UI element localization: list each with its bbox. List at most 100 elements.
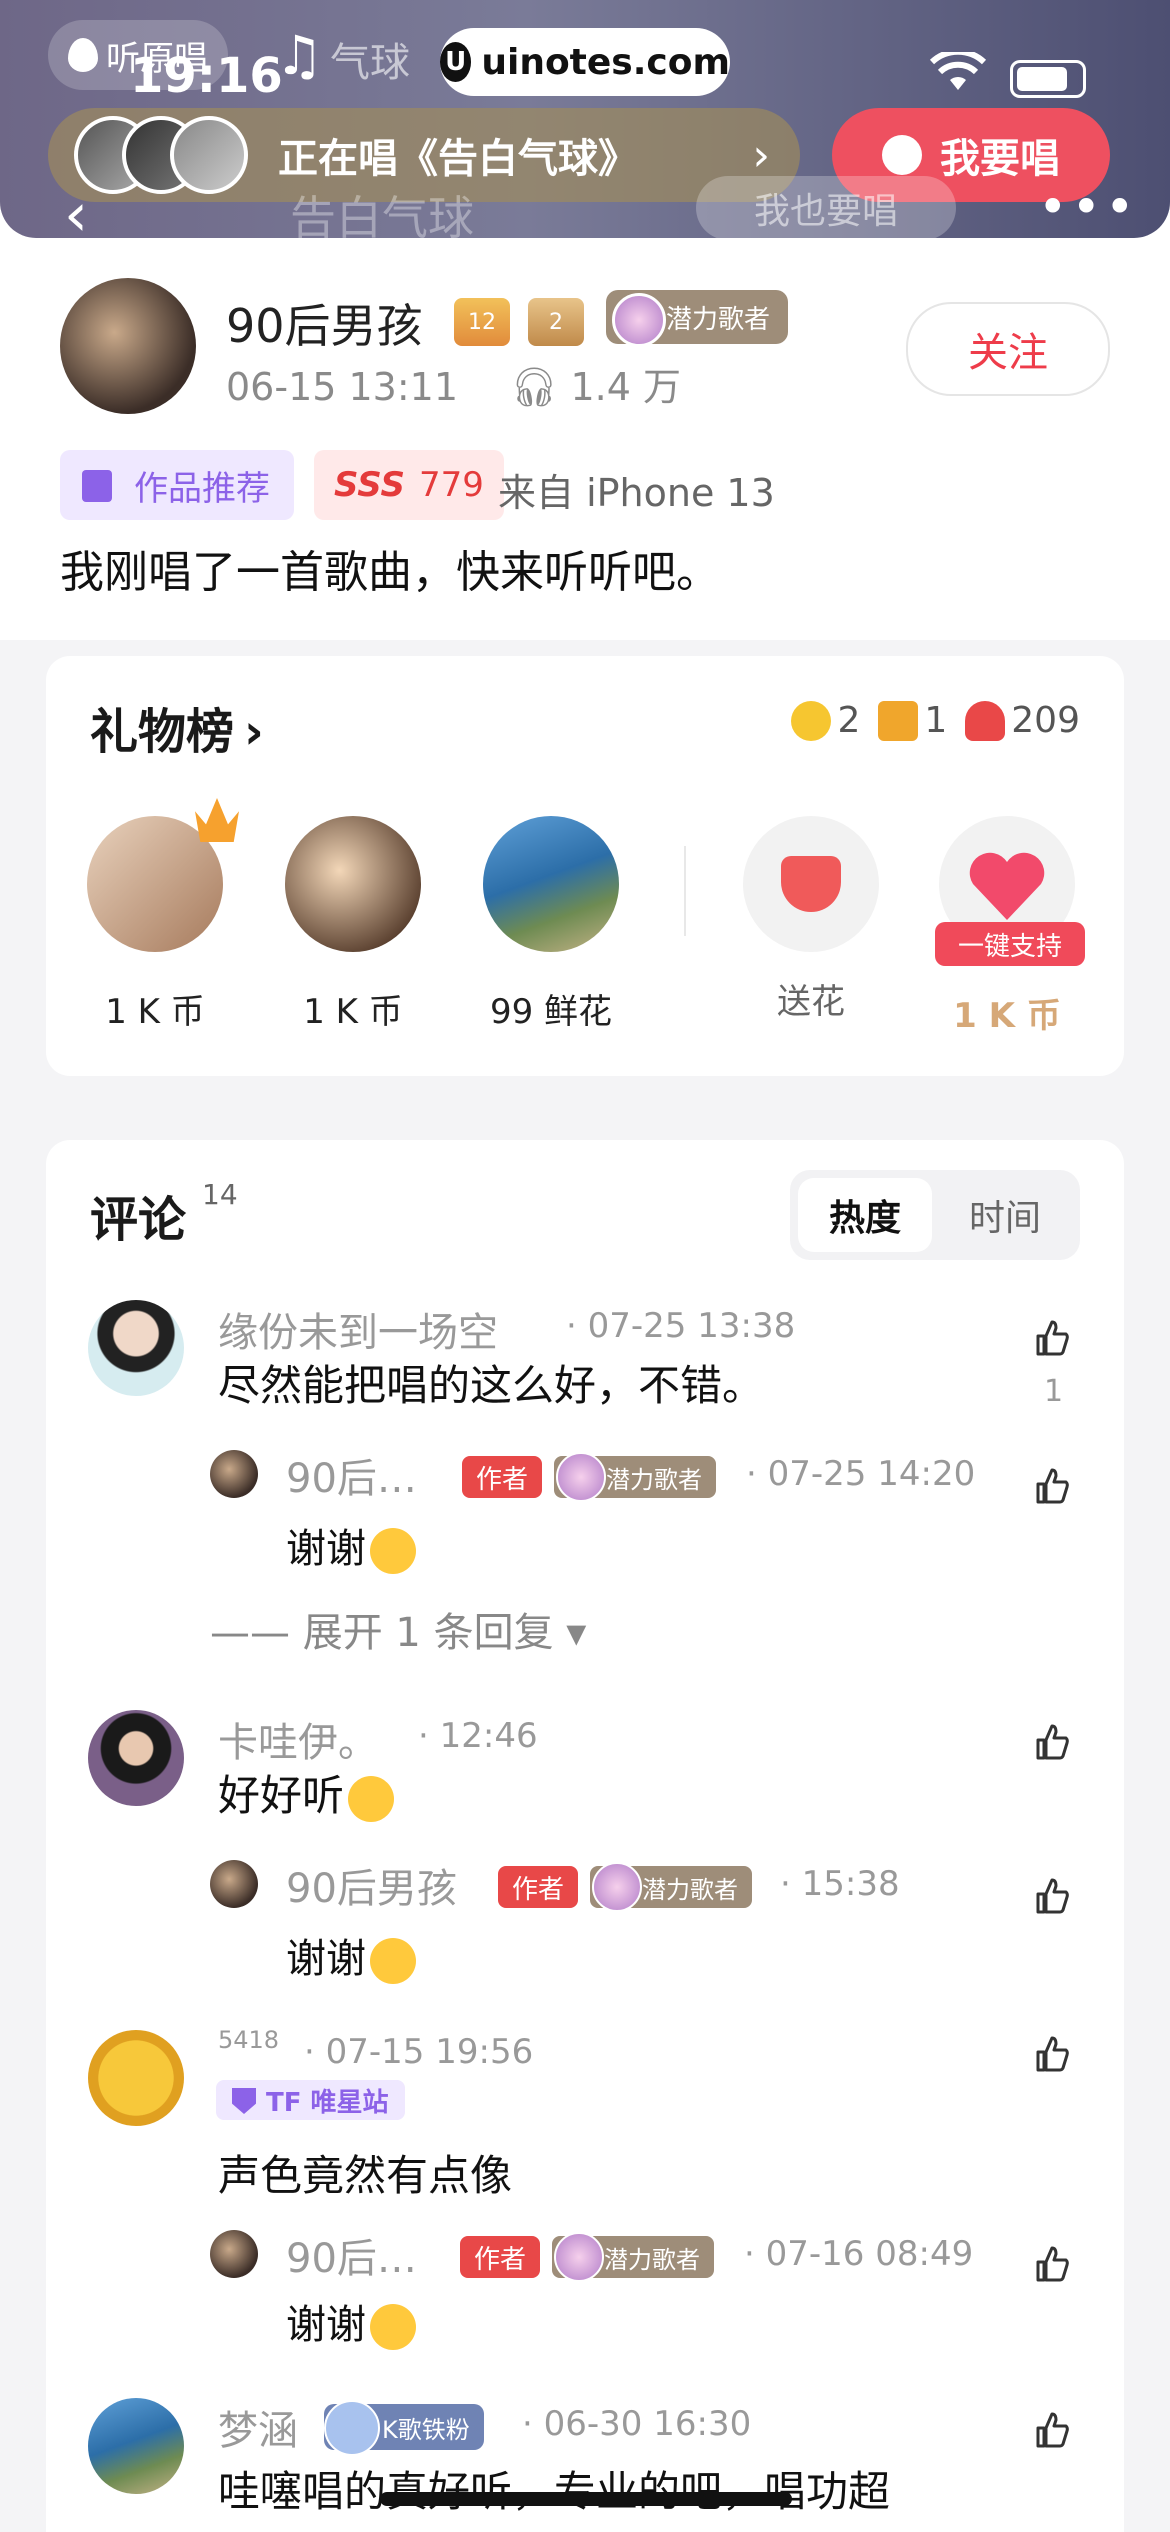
- potential-label: 潜力歌者: [604, 2245, 700, 2274]
- author-avatar[interactable]: [60, 278, 196, 414]
- watermark-logo-icon: U: [440, 42, 472, 82]
- post-section: 90后男孩 12 2 潜力歌者 06-15 13:11 🎧︎ 1.4 万 关注 …: [0, 210, 1170, 640]
- like-count: 1: [1044, 1374, 1064, 1409]
- post-date: 06-15 13:11: [226, 365, 459, 409]
- thumbs-up-icon[interactable]: [1032, 2034, 1072, 2074]
- reply-text: 谢谢: [286, 1926, 416, 1984]
- fan-level-label: K歌铁粉: [382, 2415, 470, 2444]
- sing-button-label: 我要唱: [940, 136, 1060, 182]
- comment-text: 声色竟然有点像: [218, 2151, 513, 2200]
- comment-text-content: 好好听: [218, 1771, 345, 1820]
- gift-giver-2[interactable]: 1 K 币: [268, 816, 438, 1033]
- headphones-icon: 🎧︎: [510, 365, 559, 409]
- commenter-name[interactable]: 梦涵: [218, 2398, 298, 2456]
- reply-author[interactable]: 90后…: [286, 1446, 417, 1504]
- gift-giver-1[interactable]: 1 K 币: [70, 798, 240, 1033]
- author-tag: 作者: [460, 2236, 540, 2278]
- coin-icon: [791, 700, 832, 741]
- wifi-icon: [930, 52, 986, 90]
- commenter-name[interactable]: 5418: [218, 2026, 279, 2054]
- more-icon[interactable]: •••: [1038, 178, 1138, 236]
- support-amount: 1 K 币: [953, 996, 1061, 1036]
- reply-author[interactable]: 90后男孩: [286, 1856, 457, 1914]
- avatar[interactable]: [88, 1300, 184, 1396]
- globe-icon: [554, 2232, 604, 2282]
- status-time: 19:16: [130, 48, 283, 104]
- house-level-value: 2: [549, 309, 563, 335]
- thumbs-up-icon[interactable]: [1032, 1466, 1072, 1506]
- author-tag: 作者: [498, 1866, 578, 1908]
- author-name[interactable]: 90后男孩: [226, 290, 423, 356]
- singer-avatars: [74, 116, 248, 194]
- globe-icon: [556, 1452, 606, 1502]
- one-tap-support-button[interactable]: 一键支持 1 K 币: [922, 816, 1092, 1037]
- flower-count: 209: [1011, 700, 1080, 741]
- play-count: 1.4 万: [570, 365, 681, 409]
- commenter-name[interactable]: 卡哇伊。: [218, 1710, 378, 1768]
- comment-date: · 06-30 16:30: [522, 2404, 752, 2444]
- microphone-icon: [882, 135, 922, 175]
- gift-amount: 99 鲜花: [489, 992, 613, 1032]
- reply-avatar[interactable]: [210, 1860, 258, 1908]
- recommend-tag[interactable]: 作品推荐: [60, 450, 294, 520]
- home-indicator[interactable]: [380, 2492, 792, 2506]
- potential-singer-badge: 潜力歌者: [552, 2232, 714, 2282]
- post-meta: 06-15 13:11 🎧︎ 1.4 万: [226, 356, 681, 411]
- potential-singer-badge: 潜力歌者: [554, 1452, 716, 1502]
- sort-toggle: 热度 时间: [790, 1170, 1080, 1260]
- reply-text-content: 谢谢: [286, 1936, 366, 1982]
- comment-text: 尽然能把唱的这么好，不错。: [218, 1361, 765, 1410]
- fire-icon: [68, 38, 98, 72]
- avatar[interactable]: [88, 1710, 184, 1806]
- thumbs-up-icon[interactable]: [1032, 2410, 1072, 2450]
- fan-level-tag[interactable]: K歌铁粉: [324, 2400, 484, 2456]
- thumbs-up-icon[interactable]: [1032, 1876, 1072, 1916]
- crown-icon: [195, 798, 239, 842]
- reply-text: 谢谢: [286, 2292, 416, 2350]
- globe-icon: [592, 1862, 642, 1912]
- thumbs-up-icon[interactable]: [1032, 1318, 1072, 1358]
- gift-giver-3[interactable]: 99 鲜花: [466, 816, 636, 1033]
- fan-club-tag[interactable]: TF 唯星站: [216, 2080, 405, 2120]
- reply-avatar[interactable]: [210, 2230, 258, 2278]
- thumbs-up-icon[interactable]: [1032, 2244, 1072, 2284]
- sort-time-tab[interactable]: 时间: [938, 1178, 1072, 1252]
- divider: [684, 846, 686, 936]
- potential-label: 潜力歌者: [606, 1465, 702, 1494]
- bookmark-icon: [82, 470, 112, 502]
- watermark-badge: U uinotes.com: [440, 28, 730, 96]
- comment-text: 哇噻唱的真好听，专业的吧，唱功超: [218, 2458, 890, 2519]
- expand-replies-button[interactable]: —— 展开 1 条回复 ▾: [210, 1600, 586, 1658]
- commenter-name[interactable]: 缘份未到一场空: [218, 1300, 498, 1358]
- battery-icon: [1010, 60, 1086, 98]
- reply-date: · 07-25 14:20: [746, 1454, 976, 1494]
- avatar: [483, 816, 619, 952]
- sort-hot-tab[interactable]: 热度: [798, 1178, 932, 1252]
- chest-icon: [878, 700, 919, 741]
- k-song-fan-icon: [324, 2400, 380, 2456]
- comment-text: 好好听: [218, 1762, 395, 1823]
- thumbs-up-icon[interactable]: [1032, 1722, 1072, 1762]
- follow-button[interactable]: 关注: [906, 302, 1110, 396]
- comments-card: 评论 14 热度 时间 缘份未到一场空 · 07-25 13:38 尽然能把唱的…: [46, 1140, 1124, 2532]
- avatar[interactable]: [88, 2398, 184, 2494]
- potential-label: 潜力歌者: [666, 304, 771, 335]
- reply-avatar[interactable]: [210, 1450, 258, 1498]
- score-tag[interactable]: SSS 779: [314, 450, 504, 520]
- reply-text: 谢谢: [286, 1516, 416, 1574]
- potential-singer-badge: 潜力歌者: [606, 290, 789, 347]
- score-value: 779: [419, 465, 484, 505]
- send-flower-button[interactable]: 送花: [726, 816, 896, 1023]
- watermark-text: uinotes.com: [481, 41, 730, 83]
- back-arrow-icon[interactable]: ‹: [64, 180, 88, 238]
- support-badge: 一键支持: [935, 922, 1085, 966]
- comments-title: 评论: [90, 1192, 187, 1248]
- tulip-icon: [743, 816, 879, 952]
- faded-lyric: 气球: [330, 40, 410, 86]
- comment-date: · 12:46: [418, 1716, 538, 1756]
- reply-author[interactable]: 90后…: [286, 2226, 417, 2284]
- sing-too-button[interactable]: 我也要唱: [696, 176, 956, 238]
- gift-ranking-title[interactable]: 礼物榜: [90, 692, 264, 762]
- gift-ranking-card: 礼物榜 2 1 209 1 K 币 1 K 币 99 鲜花 送花 一键支持 1 …: [46, 656, 1124, 1076]
- avatar[interactable]: [88, 2030, 184, 2126]
